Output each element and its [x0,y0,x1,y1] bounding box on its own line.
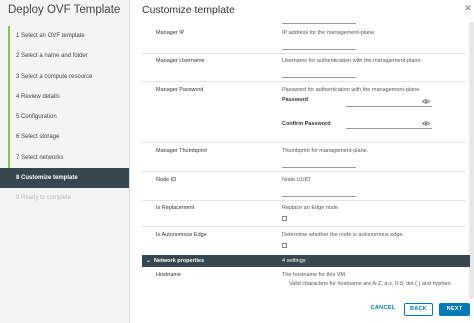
node-id-input[interactable] [282,196,356,197]
password-input[interactable] [346,106,432,107]
manager-ip-description: IP address for the management-plane. [282,30,376,36]
divider [142,200,466,201]
is-replacement-description: Replace an Edge node. [282,205,340,211]
step-progress-bar [8,86,10,108]
password-label: Password [282,97,308,103]
wizard-step-9: 9 Ready to complete [0,188,129,208]
confirm-password-input[interactable] [346,128,432,129]
chevron-down-icon[interactable]: ⌄ [146,255,151,267]
step-progress-bar [8,26,10,47]
manager-username-description: Username for authentication with the man… [282,58,423,64]
step-progress-bar [8,127,10,148]
back-button[interactable]: BACK [404,303,433,316]
network-properties-header[interactable]: ⌄ Network properties 4 settings [142,255,470,267]
divider [142,171,466,172]
ip-field-underline [282,23,356,24]
manager-username-label: Manager Username [156,58,205,64]
manager-ip-label: Manager IP [156,30,185,36]
step-progress-bar [8,147,10,169]
manager-thumbprint-label: Manager Thumbprint [156,148,207,154]
divider [142,53,466,54]
wizard-footer: CANCEL BACK NEXT [130,298,474,323]
wizard-step-label: 2 Select a name and folder [16,53,88,60]
is-autonomous-edge-description: Determine whether the node is autonomous… [282,232,404,238]
wizard-step-label: 4 Review details [16,93,60,100]
manager-username-input[interactable] [282,77,356,78]
divider [142,81,466,82]
step-progress-bar [8,107,10,128]
wizard-step-label: 7 Select networks [16,154,64,161]
wizard-step-2[interactable]: 2 Select a name and folder [0,46,129,67]
hostname-label: Hostname [156,272,182,278]
wizard-step-6[interactable]: 6 Select storage [0,127,129,148]
wizard-step-label: 8 Customize template [16,175,78,182]
wizard-step-label: 9 Ready to complete [16,195,72,202]
is-replacement-checkbox[interactable] [282,216,287,221]
wizard-step-5[interactable]: 5 Configuration [0,107,129,128]
wizard-step-label: 5 Configuration [16,114,57,121]
wizard-steps: 1 Select an OVF template 2 Select a name … [0,26,129,209]
node-id-description: Node UUID [282,177,311,183]
wizard-step-3[interactable]: 3 Select a compute resource [0,66,129,87]
divider [142,142,466,143]
manager-password-description: Password for authentication with the man… [282,87,421,93]
eye-icon[interactable] [422,121,430,126]
next-button[interactable]: NEXT [439,303,470,316]
step-progress-bar [8,66,10,87]
wizard-sidebar: Deploy OVF Template 1 Select an OVF temp… [0,0,130,323]
step-progress-bar [8,46,10,67]
wizard-step-label: 3 Select a compute resource [16,73,93,80]
page-title: Customize template [142,4,235,16]
eye-icon[interactable] [422,99,430,104]
wizard-step-8[interactable]: 8 Customize template [0,168,129,189]
confirm-password-label: Confirm Password [282,121,331,127]
network-properties-label: Network properties [154,258,205,264]
cancel-button[interactable]: CANCEL [367,303,399,316]
wizard-step-label: 6 Select storage [16,134,60,141]
network-properties-count: 4 settings [282,258,306,264]
is-replacement-label: Is Replacement [156,205,195,211]
hostname-description: The hostname for this VM. [282,272,347,278]
manager-thumbprint-description: Thumbprint for management-plane. [282,148,369,154]
close-icon[interactable]: ✕ [464,3,474,13]
node-id-label: Node ID [156,177,177,183]
wizard-step-7[interactable]: 7 Select networks [0,147,129,169]
hostname-hint: Valid characters for hostname are A-Z, a… [289,281,451,287]
wizard-step-4[interactable]: 4 Review details [0,86,129,108]
wizard-title: Deploy OVF Template [8,4,121,16]
is-autonomous-edge-label: Is Autonomous Edge [156,232,207,238]
divider [142,226,466,227]
wizard-step-label: 1 Select an OVF template [16,33,85,39]
manager-password-label: Manager Password [156,87,204,93]
wizard-step-1[interactable]: 1 Select an OVF template [0,26,129,47]
manager-thumbprint-input[interactable] [282,167,356,168]
manager-ip-input[interactable] [282,49,356,50]
is-autonomous-edge-checkbox[interactable] [282,243,287,248]
